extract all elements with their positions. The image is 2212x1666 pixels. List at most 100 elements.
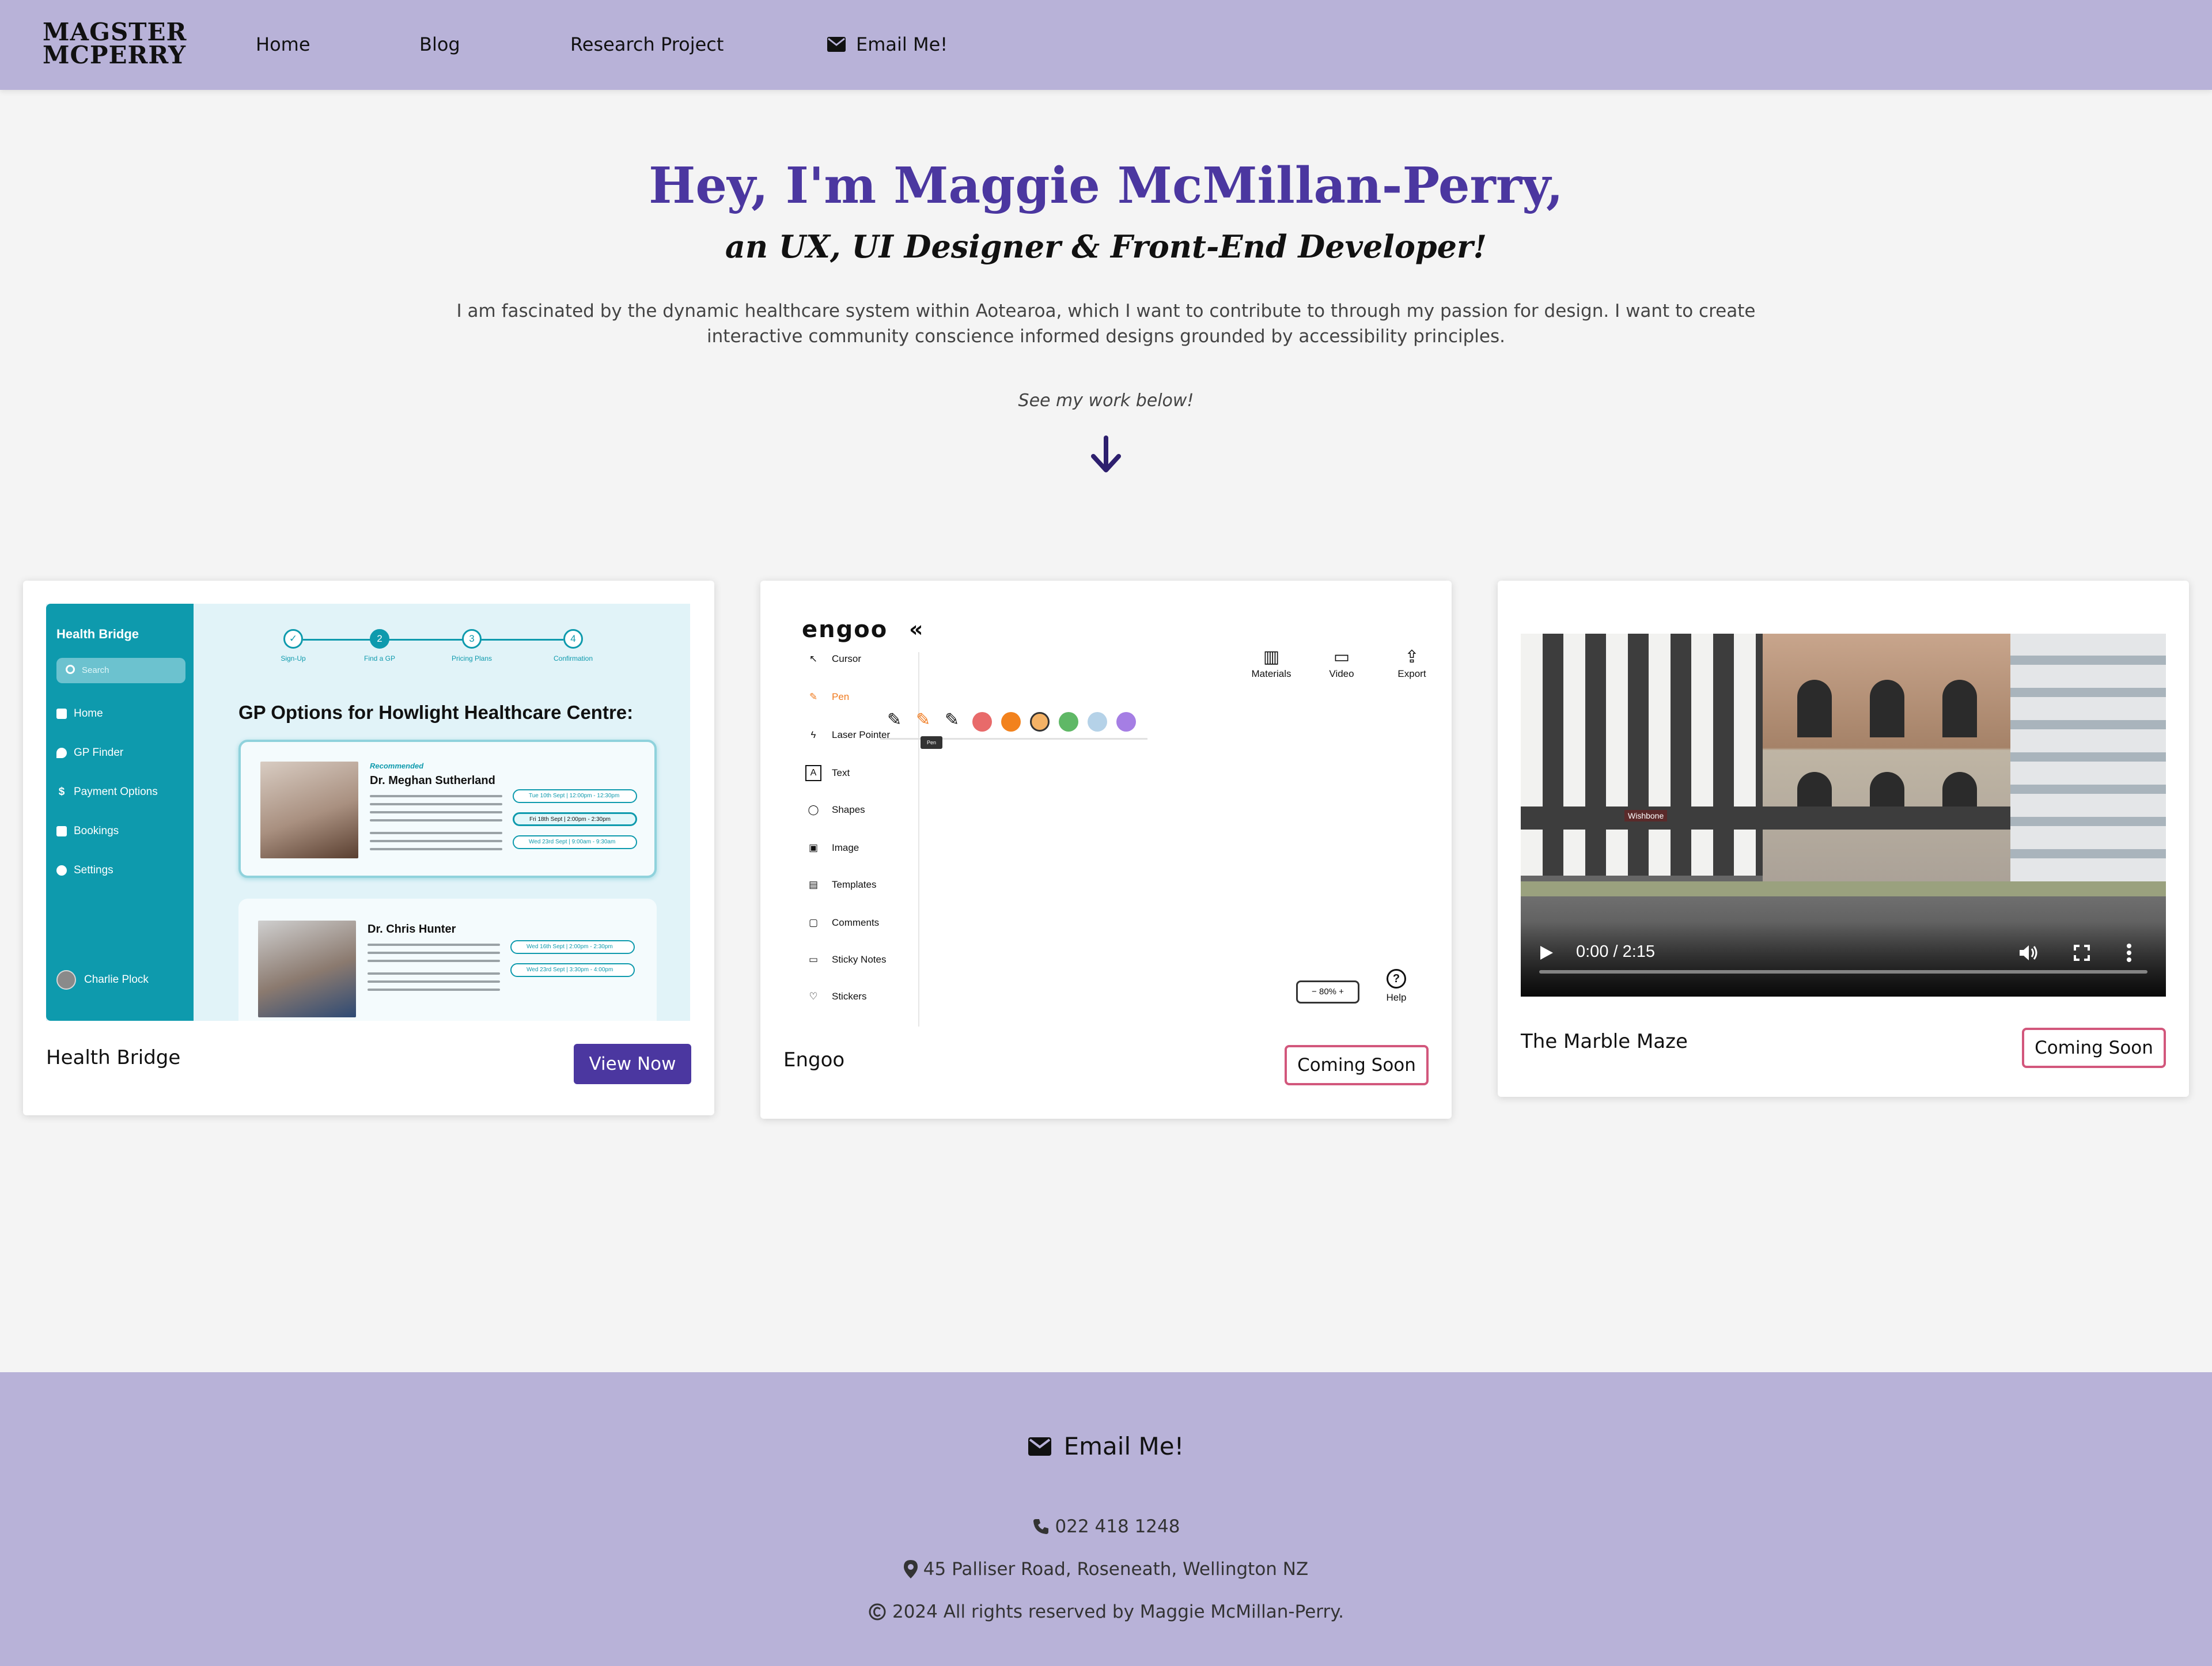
avatar [56, 970, 76, 990]
tool-label: Comments [832, 917, 880, 928]
hb-menu-bookings: Bookings [56, 825, 119, 838]
tool-cursor: ↖ Cursor [805, 651, 861, 667]
sticky-note-icon: ▭ [808, 954, 819, 965]
tool-label: Pen [832, 691, 850, 702]
address-text: 45 Palliser Road, Roseneath, Wellington … [923, 1559, 1309, 1580]
project-card-health-bridge: Health Bridge Search Home GP Finder $ Pay… [23, 581, 714, 1115]
project-title: Health Bridge [46, 1046, 181, 1069]
laser-pointer-icon: ϟ [810, 729, 816, 740]
hb-step-3: 3 [462, 629, 482, 649]
cursor-icon: ↖ [809, 653, 818, 664]
action-label: Video [1329, 668, 1354, 679]
project-title: Engoo [783, 1048, 845, 1071]
copyright-text: 2024 All rights reserved by Maggie McMil… [892, 1601, 1344, 1622]
hb-search-placeholder: Search [82, 665, 109, 675]
tool-pen: ✎ Pen [805, 689, 849, 705]
hero-subtitle: an UX, UI Designer & Front-End Developer… [725, 228, 1487, 265]
pencil-icon: ✎ [887, 710, 902, 730]
video-frame-building [1763, 634, 2010, 887]
footer-address: 45 Palliser Road, Roseneath, Wellington … [0, 1559, 2212, 1580]
hb-menu-label: GP Finder [74, 747, 124, 759]
color-swatch [1001, 712, 1021, 732]
nav-link-home[interactable]: Home [256, 33, 310, 55]
hb-step-label: Confirmation [553, 654, 593, 662]
tool-laser-pointer: ϟ Laser Pointer [805, 727, 891, 743]
more-options-icon[interactable] [2126, 944, 2133, 962]
comments-icon: ▢ [808, 917, 819, 928]
hb-menu-label: Settings [74, 864, 113, 876]
tool-label: Text [832, 767, 850, 778]
phone-number[interactable]: 022 418 1248 [1055, 1516, 1180, 1537]
hb-slot: Wed 23rd Sept | 9:00am - 9:30am [513, 835, 637, 849]
hb-step-4: 4 [563, 629, 583, 649]
phone-icon [1033, 1519, 1048, 1534]
hb-user-name: Charlie Plock [84, 974, 149, 986]
hb-heading: GP Options for Howlight Healthcare Centr… [238, 702, 634, 723]
collapse-chevrons-icon: « [909, 616, 923, 642]
templates-icon: ▤ [808, 879, 819, 890]
hb-menu-home: Home [56, 707, 103, 720]
hb-doctor-card-1: Recommended Dr. Meghan Sutherland Tue 10… [238, 740, 657, 878]
search-icon [66, 665, 75, 674]
doctor-photo [260, 762, 358, 858]
hb-slot: Tue 10th Sept | 12:00pm - 12:30pm [513, 789, 637, 803]
site-logo[interactable]: MAGSTER MCPERRY [43, 20, 186, 67]
footer-email-link[interactable]: Email Me! [0, 1432, 2212, 1460]
hb-step-1: ✓ [283, 629, 303, 649]
hb-menu-label: Payment Options [74, 786, 158, 798]
nav-link-blog[interactable]: Blog [419, 33, 460, 55]
view-now-button[interactable]: View Now [574, 1044, 691, 1084]
action-label: Materials [1251, 668, 1291, 679]
project-title: The Marble Maze [1521, 1030, 1688, 1053]
coming-soon-button[interactable]: Coming Soon [1285, 1045, 1429, 1085]
hero-description: I am fascinated by the dynamic healthcar… [456, 301, 1756, 347]
text-icon: A [805, 765, 821, 781]
hero-title: Hey, I'm Maggie McMillan-Perry, [649, 157, 1563, 215]
engoo-preview[interactable]: engoo « ↖ Cursor ✎ Pen ϟ Laser Pointer A Tex… [783, 604, 1429, 1030]
video-progress-bar[interactable] [1539, 970, 2147, 974]
hb-doctor-name: Dr. Meghan Sutherland [370, 774, 495, 787]
marker-icon: ✎ [916, 710, 931, 730]
tool-text: A Text [805, 765, 850, 781]
hb-step-label: Sign-Up [281, 654, 306, 662]
hb-sidebar: Health Bridge Search Home GP Finder $ Pay… [46, 604, 194, 1021]
top-navbar: MAGSTER MCPERRY Home Blog Research Proje… [0, 0, 2212, 90]
volume-icon[interactable] [2018, 944, 2038, 962]
pen-tooltip: Pen [921, 736, 942, 749]
hb-brand: Health Bridge [56, 627, 139, 641]
color-swatch [1116, 712, 1136, 732]
shop-sign: Wishbone [1624, 810, 1668, 821]
coming-soon-button[interactable]: Coming Soon [2022, 1028, 2166, 1068]
hb-menu-payment-options: $ Payment Options [56, 786, 158, 798]
sticker-icon: ♡ [809, 991, 818, 1002]
tool-templates: ▤ Templates [805, 877, 877, 893]
hb-doctor-bio [370, 795, 502, 856]
nav-email-link[interactable]: Email Me! [827, 33, 948, 55]
hb-menu-gp-finder: GP Finder [56, 747, 123, 759]
play-icon[interactable] [1539, 945, 1554, 961]
highlighter-icon: ✎ [945, 710, 960, 730]
project-card-marble-maze: Wishbone 0:00 / 2:15 The Marble Maze Com… [1498, 581, 2189, 1097]
fullscreen-icon[interactable] [2074, 945, 2090, 961]
location-pin-icon [56, 748, 67, 758]
nav-link-research-project[interactable]: Research Project [570, 33, 724, 55]
nav-email-label: Email Me! [856, 33, 948, 55]
hb-step-label: Find a GP [363, 654, 396, 662]
book-icon: ▥ [1263, 647, 1280, 667]
video-player[interactable]: Wishbone 0:00 / 2:15 [1521, 634, 2166, 997]
video-time: 0:00 / 2:15 [1576, 942, 1656, 961]
hb-slot: Wed 16th Sept | 2:00pm - 2:30pm [510, 940, 635, 954]
action-label: Export [1397, 668, 1426, 679]
hb-user: Charlie Plock [56, 970, 149, 990]
tool-stickers: ♡ Stickers [805, 989, 866, 1005]
color-swatch-selected [1030, 712, 1050, 732]
hb-slot: Wed 23rd Sept | 3:30pm - 4:00pm [510, 963, 635, 977]
hb-menu-label: Bookings [74, 825, 119, 837]
pen-palette: ✎ ✎ ✎ [880, 705, 1147, 740]
envelope-icon [1028, 1437, 1051, 1456]
health-bridge-preview[interactable]: Health Bridge Search Home GP Finder $ Pay… [46, 604, 690, 1021]
copyright-icon [869, 1603, 886, 1620]
materials-action: ▥ Materials [1240, 645, 1303, 680]
tool-label: Sticky Notes [832, 954, 887, 965]
help-icon: ? [1387, 969, 1406, 989]
